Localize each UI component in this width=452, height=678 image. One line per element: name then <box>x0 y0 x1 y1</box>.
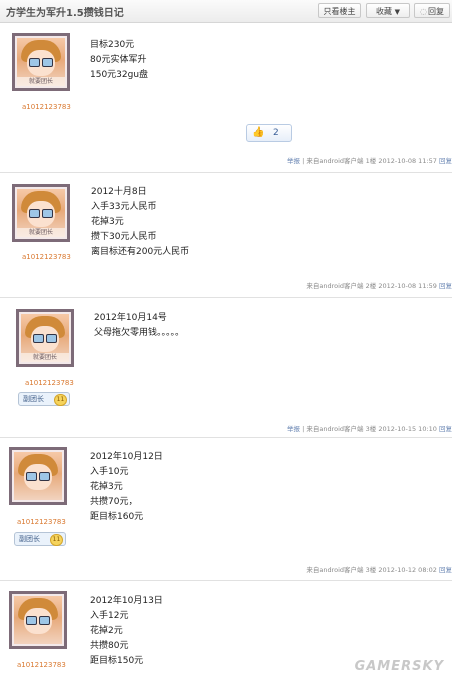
only-author-button[interactable]: 只看楼主 <box>318 3 361 18</box>
content-line: 入手10元 <box>90 467 129 477</box>
floor-number: 3楼 <box>365 425 377 433</box>
level-coin-icon: 11 <box>54 394 67 406</box>
reply-button[interactable]: ◌回复 <box>414 3 450 18</box>
username-link[interactable]: a1012123783 <box>17 518 66 526</box>
avatar[interactable]: 就要团长 <box>12 184 70 242</box>
avatar-caption: 就要团长 <box>21 353 69 362</box>
post-content: 2012十月8日 入手33元人民币 花掉3元 攒下30元人民币 离目标还有200… <box>91 185 189 260</box>
favorite-label: 收藏 <box>376 7 393 16</box>
avatar-image <box>14 452 62 500</box>
username-link[interactable]: a1012123783 <box>22 253 71 261</box>
content-line: 距目标160元 <box>90 512 144 522</box>
reply-link[interactable]: 回复 <box>439 425 452 433</box>
content-line: 入手33元人民币 <box>91 202 157 212</box>
avatar-caption: 就要团长 <box>17 77 65 86</box>
only-author-label: 只看楼主 <box>323 7 356 16</box>
reply-link[interactable]: 回复 <box>439 566 452 574</box>
post-source: 来自android客户端 <box>306 425 364 433</box>
reply-link[interactable]: 回复 <box>439 157 452 165</box>
post-source: 来自android客户端 <box>306 157 364 165</box>
post-time: 2012-10-12 08:02 <box>378 566 437 574</box>
like-button[interactable]: 👍 2 <box>246 124 292 142</box>
avatar-image: 就要团长 <box>17 189 65 237</box>
thread-title: 方学生为军升1.5攒钱日记 <box>6 8 124 19</box>
post-time: 2012-10-08 11:59 <box>378 282 437 290</box>
post-time: 2012-10-08 11:57 <box>378 157 437 165</box>
floor-number: 3楼 <box>365 566 377 574</box>
post-meta: 举报 | 来自android客户端 1楼 2012-10-08 11:57 回复 <box>287 157 452 165</box>
avatar-image: 就要团长 <box>21 314 69 362</box>
avatar[interactable]: 就要团长 <box>16 309 74 367</box>
username-link[interactable]: a1012123783 <box>17 661 66 669</box>
post-source: 来自android客户端 <box>306 566 364 574</box>
username-link[interactable]: a1012123783 <box>22 103 71 111</box>
post-source: 来自android客户端 <box>306 282 364 290</box>
username-link[interactable]: a1012123783 <box>25 379 74 387</box>
content-line: 花掉2元 <box>90 626 123 636</box>
favorite-button[interactable]: 收藏 ▼ <box>366 3 410 18</box>
content-line: 离目标还有200元人民币 <box>91 247 190 257</box>
report-link[interactable]: 举报 <box>287 157 300 165</box>
content-line: 花掉3元 <box>91 217 124 227</box>
post-content: 目标230元 80元实体军升 150元32gu盘 <box>90 38 148 83</box>
post-meta: 来自android客户端 2楼 2012-10-08 11:59 回复 <box>306 280 452 290</box>
content-line: 目标230元 <box>90 40 135 50</box>
rank-badge-label: 副团长 <box>23 395 44 403</box>
thumbs-up-icon: 👍 <box>252 127 265 138</box>
content-line: 共攒80元 <box>90 641 129 651</box>
post-content: 2012年10月13日 入手12元 花掉2元 共攒80元 距目标150元 <box>90 594 163 669</box>
content-line: 80元实体军升 <box>90 55 147 65</box>
reply-label: 回复 <box>427 7 444 16</box>
level-coin-icon: 11 <box>50 534 63 546</box>
chevron-down-icon: ▼ <box>394 8 400 16</box>
avatar-image: 就要团长 <box>17 38 65 86</box>
avatar[interactable]: 就要团长 <box>12 33 70 91</box>
content-line: 2012年10月12日 <box>90 452 163 462</box>
avatar[interactable] <box>9 591 67 649</box>
content-line: 2012十月8日 <box>91 187 147 197</box>
rank-badge: 副团长 11 <box>18 392 70 406</box>
avatar[interactable] <box>9 447 67 505</box>
report-link[interactable]: 举报 <box>287 425 300 433</box>
avatar-image <box>14 596 62 644</box>
like-count: 2 <box>273 128 279 138</box>
post-time: 2012-10-15 10:10 <box>378 425 437 433</box>
content-line: 入手12元 <box>90 611 129 621</box>
post-content: 2012年10月14号 父母拖欠零用钱。。。。。 <box>94 311 184 341</box>
reply-icon: ◌ <box>420 7 427 16</box>
content-line: 攒下30元人民币 <box>91 232 157 242</box>
content-line: 父母拖欠零用钱。。。。。 <box>94 328 185 338</box>
post-meta: 举报 | 来自android客户端 3楼 2012-10-15 10:10 回复 <box>287 425 452 433</box>
content-line: 2012年10月14号 <box>94 313 167 323</box>
floor-number: 2楼 <box>365 282 377 290</box>
post-floor-3: 就要团长 a1012123783 副团长 11 2012年10月14号 父母拖欠… <box>0 299 452 438</box>
rank-badge: 副团长 11 <box>14 532 66 546</box>
content-line: 距目标150元 <box>90 656 144 666</box>
reply-link[interactable]: 回复 <box>439 282 452 290</box>
thread-header: 方学生为军升1.5攒钱日记 只看楼主 收藏 ▼ ◌回复 <box>0 0 452 23</box>
content-line: 花掉3元 <box>90 482 123 492</box>
post-meta: 来自android客户端 3楼 2012-10-12 08:02 回复 <box>306 564 452 574</box>
content-line: 150元32gu盘 <box>90 70 149 80</box>
post-floor-2: 就要团长 a1012123783 2012十月8日 入手33元人民币 花掉3元 … <box>0 174 452 298</box>
floor-number: 1楼 <box>365 157 377 165</box>
rank-badge-label: 副团长 <box>19 535 40 543</box>
watermark: GAMERSKY <box>354 659 444 674</box>
post-floor-4: a1012123783 副团长 11 2012年10月12日 入手10元 花掉3… <box>0 439 452 581</box>
content-line: 2012年10月13日 <box>90 596 163 606</box>
content-line: 共攒70元， <box>90 497 138 507</box>
post-floor-1: 就要团长 a1012123783 目标230元 80元实体军升 150元32gu… <box>0 23 452 173</box>
post-content: 2012年10月12日 入手10元 花掉3元 共攒70元， 距目标160元 <box>90 450 163 525</box>
avatar-caption: 就要团长 <box>17 228 65 237</box>
